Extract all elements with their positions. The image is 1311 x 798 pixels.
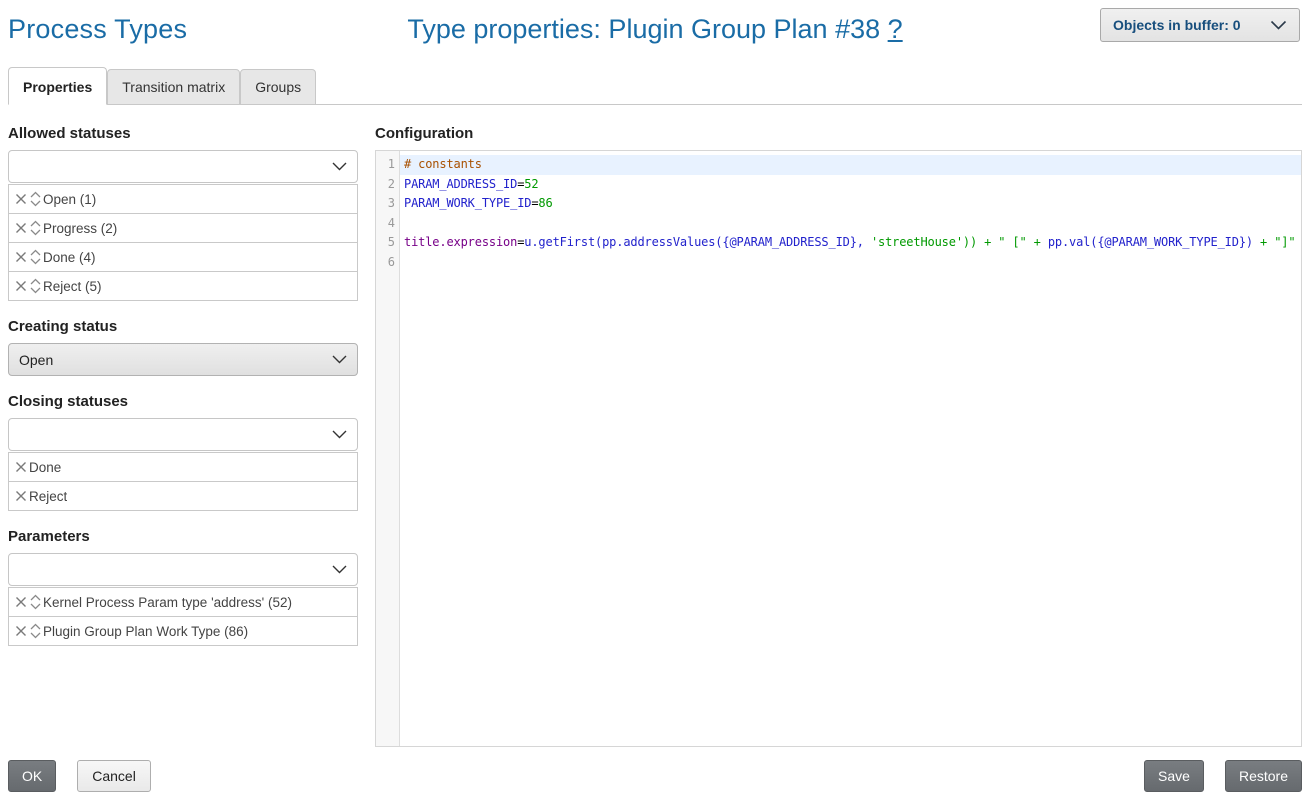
- list-item: Open (1): [8, 184, 358, 214]
- closing-statuses-section: Closing statuses Done Reject: [8, 393, 358, 511]
- remove-icon[interactable]: [14, 279, 28, 293]
- code-line: PARAM_ADDRESS_ID=52: [400, 175, 1301, 195]
- cancel-button[interactable]: Cancel: [77, 760, 151, 792]
- line-number: 4: [376, 214, 399, 234]
- help-link[interactable]: ?: [888, 14, 903, 44]
- dialog-title-text: Type properties: Plugin Group Plan #38: [407, 14, 880, 44]
- tab-transition-matrix[interactable]: Transition matrix: [107, 69, 240, 105]
- reorder-updown-icon[interactable]: [29, 277, 42, 295]
- list-item-label: Done: [29, 460, 61, 475]
- list-item: Plugin Group Plan Work Type (86): [8, 616, 358, 646]
- code-line: title.expression=u.getFirst(pp.addressVa…: [400, 233, 1301, 253]
- list-item-label: Reject (5): [43, 279, 102, 294]
- line-number: 3: [376, 194, 399, 214]
- tab-properties[interactable]: Properties: [8, 67, 107, 105]
- header: Process Types Type properties: Plugin Gr…: [8, 8, 1302, 58]
- list-item-label: Done (4): [43, 250, 96, 265]
- creating-status-label: Creating status: [8, 318, 358, 335]
- allowed-statuses-label: Allowed statuses: [8, 125, 358, 142]
- creating-status-section: Creating status Open: [8, 318, 358, 376]
- list-item-label: Plugin Group Plan Work Type (86): [43, 624, 248, 639]
- reorder-updown-icon[interactable]: [29, 219, 42, 237]
- list-item-label: Reject: [29, 489, 67, 504]
- chevron-down-icon: [332, 355, 347, 365]
- tab-bar: Properties Transition matrix Groups: [8, 66, 1302, 105]
- chevron-down-icon: [1270, 20, 1287, 31]
- ok-button[interactable]: OK: [8, 760, 56, 792]
- code-line: [400, 253, 1301, 273]
- list-item: Reject (5): [8, 271, 358, 301]
- list-item: Progress (2): [8, 213, 358, 243]
- line-number: 6: [376, 253, 399, 273]
- list-item-label: Open (1): [43, 192, 96, 207]
- remove-icon[interactable]: [14, 250, 28, 264]
- editor-line-number-gutter: 123456: [376, 151, 400, 746]
- code-line: # constants: [400, 155, 1301, 175]
- remove-icon[interactable]: [14, 221, 28, 235]
- chevron-down-icon: [332, 430, 347, 440]
- list-item: Done: [8, 452, 358, 482]
- remove-icon[interactable]: [14, 595, 28, 609]
- parameters-list: Kernel Process Param type 'address' (52)…: [8, 587, 358, 646]
- line-number: 1: [376, 155, 399, 175]
- reorder-updown-icon[interactable]: [29, 593, 42, 611]
- objects-in-buffer-label: Objects in buffer: 0: [1113, 17, 1241, 33]
- main-content: Allowed statuses Open (1) Progress (2): [8, 125, 1302, 747]
- allowed-statuses-dropdown[interactable]: [8, 150, 358, 183]
- code-line: PARAM_WORK_TYPE_ID=86: [400, 194, 1301, 214]
- reorder-updown-icon[interactable]: [29, 190, 42, 208]
- restore-button[interactable]: Restore: [1225, 760, 1302, 792]
- configuration-label: Configuration: [375, 125, 1302, 142]
- parameters-dropdown[interactable]: [8, 553, 358, 586]
- list-item-label: Progress (2): [43, 221, 117, 236]
- objects-in-buffer-button[interactable]: Objects in buffer: 0: [1100, 8, 1300, 42]
- code-line: [400, 214, 1301, 234]
- remove-icon[interactable]: [14, 192, 28, 206]
- chevron-down-icon: [332, 565, 347, 575]
- list-item: Reject: [8, 481, 358, 511]
- save-button[interactable]: Save: [1144, 760, 1204, 792]
- list-item: Kernel Process Param type 'address' (52): [8, 587, 358, 617]
- reorder-updown-icon[interactable]: [29, 622, 42, 640]
- list-item: Done (4): [8, 242, 358, 272]
- page-title: Process Types: [8, 14, 187, 45]
- creating-status-value: Open: [19, 352, 53, 368]
- remove-icon[interactable]: [14, 489, 28, 503]
- parameters-section: Parameters Kernel Process Param type 'ad…: [8, 528, 358, 646]
- closing-statuses-label: Closing statuses: [8, 393, 358, 410]
- editor-code-area[interactable]: # constantsPARAM_ADDRESS_ID=52PARAM_WORK…: [400, 151, 1301, 746]
- remove-icon[interactable]: [14, 624, 28, 638]
- list-item-label: Kernel Process Param type 'address' (52): [43, 595, 292, 610]
- footer-actions: OK Cancel Save Restore: [8, 760, 1302, 792]
- closing-statuses-dropdown[interactable]: [8, 418, 358, 451]
- allowed-statuses-list: Open (1) Progress (2) Done (4) Reject (5…: [8, 184, 358, 301]
- left-column: Allowed statuses Open (1) Progress (2): [8, 125, 358, 663]
- line-number: 2: [376, 175, 399, 195]
- configuration-code-editor[interactable]: 123456 # constantsPARAM_ADDRESS_ID=52PAR…: [375, 150, 1302, 747]
- configuration-column: Configuration 123456 # constantsPARAM_AD…: [375, 125, 1302, 747]
- chevron-down-icon: [332, 162, 347, 172]
- line-number: 5: [376, 233, 399, 253]
- parameters-label: Parameters: [8, 528, 358, 545]
- closing-statuses-list: Done Reject: [8, 452, 358, 511]
- dialog-title: Type properties: Plugin Group Plan #38 ?: [407, 14, 902, 45]
- remove-icon[interactable]: [14, 460, 28, 474]
- reorder-updown-icon[interactable]: [29, 248, 42, 266]
- creating-status-select[interactable]: Open: [8, 343, 358, 376]
- allowed-statuses-section: Allowed statuses Open (1) Progress (2): [8, 125, 358, 301]
- tab-groups[interactable]: Groups: [240, 69, 316, 105]
